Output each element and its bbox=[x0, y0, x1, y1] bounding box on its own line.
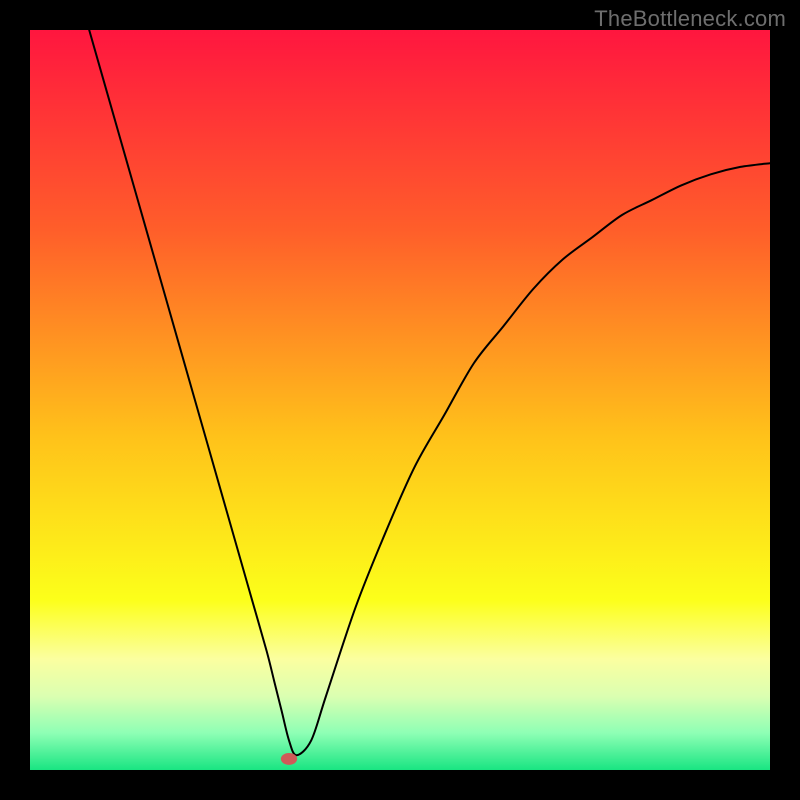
gradient-backdrop bbox=[30, 30, 770, 770]
attribution-text: TheBottleneck.com bbox=[594, 6, 786, 32]
chart-svg bbox=[30, 30, 770, 770]
chart-frame: TheBottleneck.com bbox=[0, 0, 800, 800]
plot-area bbox=[30, 30, 770, 770]
optimal-point-marker bbox=[281, 753, 297, 765]
